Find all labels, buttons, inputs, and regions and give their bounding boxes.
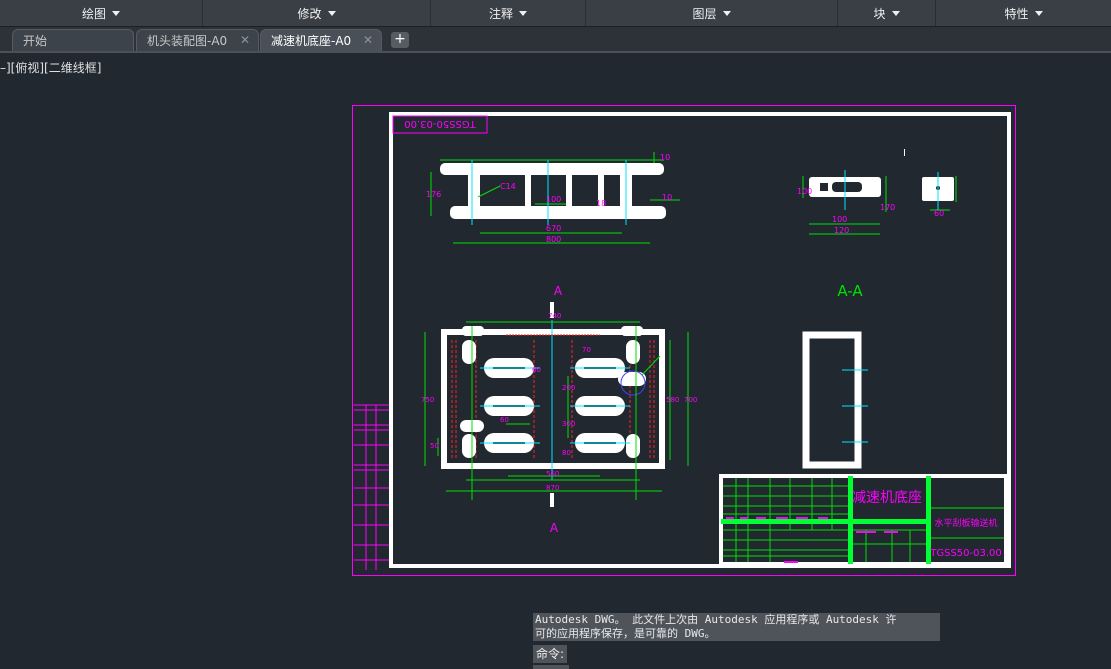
command-history: Autodesk DWG。 此文件上次由 Autodesk 应用程序或 Auto… — [533, 613, 940, 641]
dim-label: 700 — [684, 396, 697, 404]
title-project-name: 水平刮板输送机 — [934, 517, 997, 529]
title-block: 减速机底座 水平刮板输送机 TGSS50-03.00 — [719, 474, 1008, 566]
title-part-name: 减速机底座 — [852, 490, 922, 506]
dim-label: C14 — [500, 182, 516, 191]
dim-label: 120 — [834, 226, 849, 235]
dim-label: 800 — [546, 235, 561, 244]
dim-label: 18 — [596, 199, 606, 208]
dim-label: 10 — [660, 153, 670, 162]
dim-label: 100 — [797, 187, 812, 196]
front-view: C14 100 670 800 10 176 10 18 — [426, 152, 680, 244]
section-view-aa — [802, 331, 868, 469]
dim-label: 200 — [562, 384, 575, 392]
dim-label: 750 — [421, 396, 434, 404]
dim-label: 170 — [880, 203, 895, 212]
side-view: 100 120 60 100 170 I — [797, 148, 957, 235]
dim-label: 100 — [832, 215, 847, 224]
dim-label: 80 — [562, 449, 571, 457]
rotated-drawing-code: TGSS50-03.00 — [404, 118, 477, 129]
dim-label: 560 — [546, 470, 559, 478]
dim-label: 60 — [934, 209, 944, 218]
command-history-line: 可的应用程序保存，是可靠的 DWG。 — [535, 627, 716, 640]
cursor-ibeam-icon: I — [903, 148, 906, 159]
dim-label: 870 — [546, 484, 559, 492]
left-margin-table — [354, 404, 389, 570]
dim-label: 70 — [582, 346, 591, 354]
section-label-top: A — [554, 284, 563, 298]
command-history-line: Autodesk DWG。 此文件上次由 Autodesk 应用程序或 Auto… — [535, 613, 897, 626]
dim-label: 10 — [662, 193, 672, 202]
dim-label: 176 — [426, 190, 441, 199]
section-view-label: A-A — [837, 282, 863, 300]
dim-label: 300 — [562, 420, 575, 428]
dim-label: 580 — [666, 396, 679, 404]
dim-label: 100 — [546, 195, 561, 204]
dim-label: 740 — [548, 312, 561, 320]
title-drawing-code: TGSS50-03.00 — [929, 548, 1002, 559]
command-input[interactable] — [533, 665, 569, 669]
command-prompt[interactable]: 命令: — [533, 645, 568, 663]
dim-label: 60 — [532, 366, 541, 374]
dim-label: 670 — [546, 224, 561, 233]
plan-view: 740 560 870 750 700 580 200 300 60 70 50… — [421, 312, 697, 500]
dim-label: 50 — [430, 442, 439, 450]
dim-label: 60 — [500, 416, 509, 424]
drawing-canvas[interactable]: TGSS50-03.00 C14 100 670 800 10 176 10 1… — [0, 0, 1111, 669]
section-label-bottom: A — [550, 521, 559, 535]
